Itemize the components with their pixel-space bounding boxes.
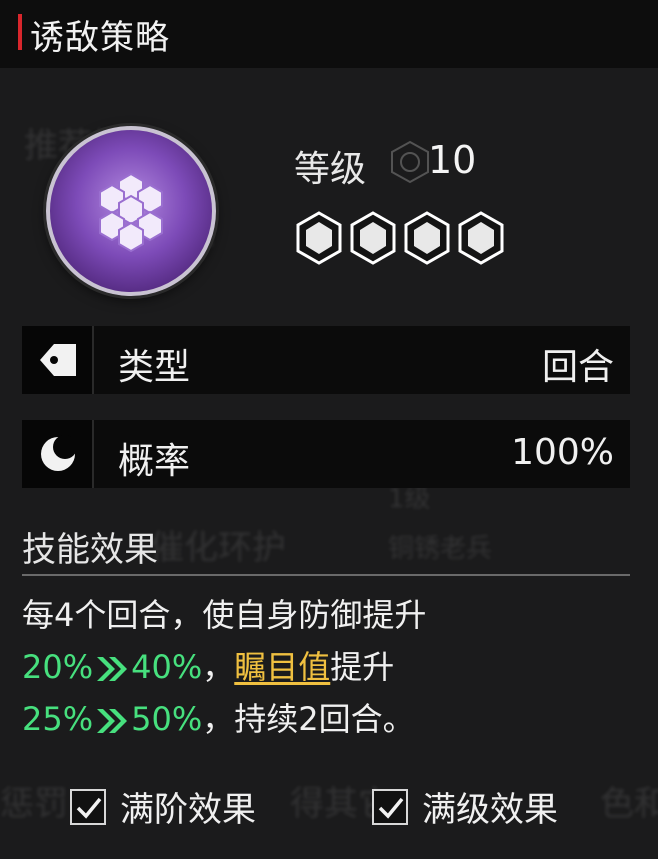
skill-icon — [46, 126, 216, 296]
effect-value-to: 40% — [131, 648, 203, 686]
level-value: 10 — [428, 138, 477, 182]
effect-text: ，持续2回合。 — [202, 700, 415, 738]
attention-keyword-link[interactable]: 瞩目值 — [234, 648, 330, 686]
full-level-checkbox[interactable]: 满级效果 — [372, 782, 558, 831]
full-rank-label: 满阶效果 — [120, 790, 256, 830]
checkbox-box[interactable] — [70, 788, 106, 825]
effect-value-to: 50% — [131, 700, 203, 738]
effect-text: 每4个回合，使自身防御提升 — [22, 596, 427, 634]
type-row: 类型 回合 — [22, 326, 630, 394]
tag-icon — [40, 344, 76, 376]
probability-value: 100% — [511, 432, 614, 473]
star-hexagon-icon — [404, 211, 450, 265]
type-icon-box — [22, 326, 94, 394]
effect-value-from: 20% — [22, 648, 94, 686]
section-divider — [22, 574, 630, 576]
background-blur: 催化环护 — [150, 528, 286, 568]
double-chevron-right-icon — [97, 709, 128, 733]
level-emblem-icon — [391, 140, 429, 184]
probability-icon-box — [22, 420, 94, 488]
hexagon-cluster-icon — [99, 172, 163, 253]
double-chevron-right-icon — [97, 657, 128, 681]
background-blur: 铜锈老兵 — [388, 534, 493, 564]
checkbox-box[interactable] — [372, 788, 408, 825]
effect-line-2: 20% 40%，瞩目值提升 — [22, 642, 394, 688]
moon-icon — [41, 435, 77, 471]
type-label: 类型 — [118, 347, 191, 388]
probability-label: 概率 — [118, 441, 191, 482]
background-blur: 色和 — [600, 784, 658, 824]
background-blur: 惩罚 — [0, 784, 68, 824]
full-rank-checkbox[interactable]: 满阶效果 — [70, 782, 256, 831]
full-level-label: 满级效果 — [422, 790, 558, 830]
effect-value-from: 25% — [22, 700, 94, 738]
level-label: 等级 — [294, 149, 367, 190]
star-hexagon-icon — [458, 211, 504, 265]
header-accent-bar — [18, 14, 22, 50]
checkmark-icon — [76, 797, 102, 819]
effect-separator: ， — [202, 648, 235, 686]
probability-row: 概率 100% — [22, 420, 630, 488]
effect-section-title: 技能效果 — [22, 530, 158, 570]
effect-line-1: 每4个回合，使自身防御提升 — [22, 590, 426, 636]
star-hexagon-icon — [350, 211, 396, 265]
star-hexagon-icon — [296, 211, 342, 265]
star-rating — [294, 210, 506, 266]
effect-line-3: 25% 50%，持续2回合。 — [22, 694, 415, 740]
page-title: 诱敌策略 — [30, 18, 170, 58]
effect-text: 提升 — [330, 648, 395, 686]
header: 诱敌策略 — [0, 0, 658, 68]
checkmark-icon — [378, 797, 404, 819]
type-value: 回合 — [541, 347, 614, 388]
